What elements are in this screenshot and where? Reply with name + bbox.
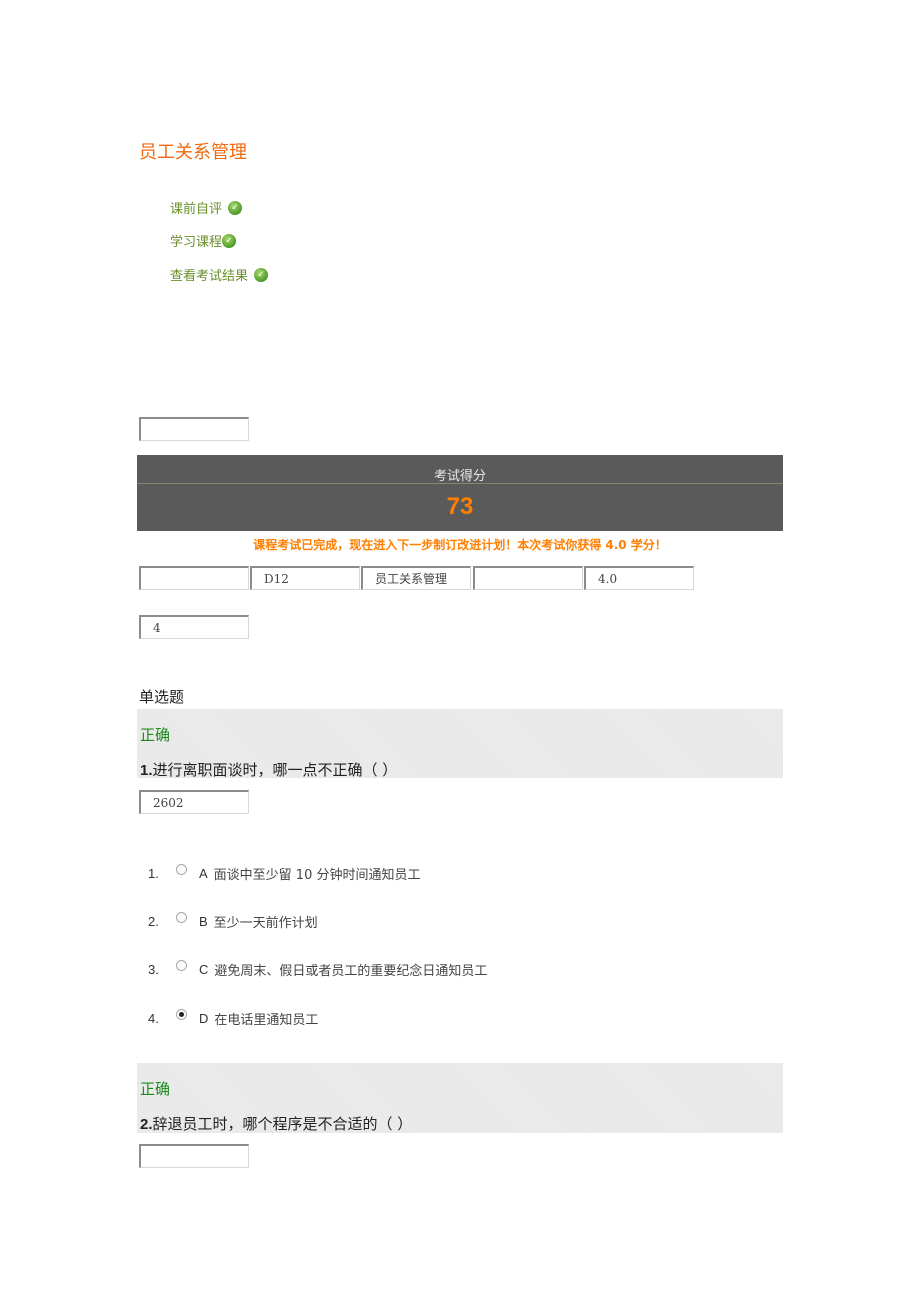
question-id-field[interactable] <box>139 1144 249 1168</box>
question-body: 进行离职面谈时，哪一点不正确（ ） <box>152 761 398 779</box>
option-letter: A <box>199 866 208 881</box>
check-icon: ✓ <box>254 267 269 282</box>
option-text: 至少一天前作计划 <box>213 916 318 931</box>
info-field-4[interactable] <box>473 566 583 590</box>
info-field-course-code[interactable]: D12 <box>250 566 360 590</box>
status-badge: 正确 <box>140 726 171 744</box>
nav-label: 课前自评 <box>170 202 223 217</box>
check-icon: ✓ <box>222 233 237 248</box>
page-title: 员工关系管理 <box>139 142 247 163</box>
info-field-credits[interactable]: 4.0 <box>584 566 694 590</box>
question-text: 1.进行离职面谈时，哪一点不正确（ ） <box>140 759 397 780</box>
nav-link-study-course[interactable]: 学习课程 ✓ <box>170 231 237 250</box>
option-letter: C <box>199 962 209 977</box>
option-text: 面谈中至少留 10 分钟时间通知员工 <box>213 868 421 883</box>
option-d[interactable]: 4. D 在电话里通知员工 <box>148 1009 318 1028</box>
question-header-1: 正确 1.进行离职面谈时，哪一点不正确（ ） <box>137 709 783 780</box>
info-field-1[interactable] <box>139 566 249 590</box>
completion-message: 课程考试已完成，现在进入下一步制订改进计划！本次考试你获得 4.0 学分！ <box>253 538 667 552</box>
radio-button[interactable] <box>176 912 187 923</box>
nav-label: 查看考试结果 <box>170 269 249 284</box>
info-field-course-name[interactable]: 员工关系管理 <box>361 566 471 590</box>
radio-button[interactable] <box>176 960 187 971</box>
score-value: 73 <box>446 493 474 520</box>
option-letter: B <box>199 914 208 929</box>
nav-link-self-assessment[interactable]: 课前自评 ✓ <box>170 198 243 217</box>
check-icon: ✓ <box>228 200 243 215</box>
nav-link-exam-results[interactable]: 查看考试结果 ✓ <box>170 265 269 284</box>
option-text: 避免周末、假日或者员工的重要纪念日通知员工 <box>214 964 488 979</box>
option-number: 2. <box>148 914 159 929</box>
section-title: 单选题 <box>139 688 185 706</box>
status-badge: 正确 <box>140 1080 171 1098</box>
score-panel: 考试得分 73 <box>137 455 783 531</box>
option-number: 1. <box>148 866 159 881</box>
radio-button[interactable] <box>176 864 187 875</box>
count-field[interactable]: 4 <box>139 615 249 639</box>
option-letter: D <box>199 1011 209 1026</box>
question-body: 辞退员工时，哪个程序是不合适的（ ） <box>152 1115 413 1133</box>
option-a[interactable]: 1. A 面谈中至少留 10 分钟时间通知员工 <box>148 864 420 883</box>
option-number: 4. <box>148 1011 159 1026</box>
question-number: 1. <box>140 762 153 779</box>
top-text-field[interactable] <box>139 417 249 441</box>
question-text: 2.辞退员工时，哪个程序是不合适的（ ） <box>140 1113 412 1134</box>
score-label: 考试得分 <box>433 469 486 484</box>
option-number: 3. <box>148 962 159 977</box>
radio-button-selected[interactable] <box>176 1009 187 1020</box>
nav-label: 学习课程 <box>170 235 223 250</box>
option-c[interactable]: 3. C 避免周末、假日或者员工的重要纪念日通知员工 <box>148 960 487 979</box>
option-b[interactable]: 2. B 至少一天前作计划 <box>148 912 318 931</box>
option-text: 在电话里通知员工 <box>214 1013 319 1028</box>
question-number: 2. <box>140 1116 153 1133</box>
question-header-2: 正确 2.辞退员工时，哪个程序是不合适的（ ） <box>137 1063 783 1133</box>
score-divider <box>137 483 783 484</box>
question-id-field[interactable]: 2602 <box>139 790 249 814</box>
